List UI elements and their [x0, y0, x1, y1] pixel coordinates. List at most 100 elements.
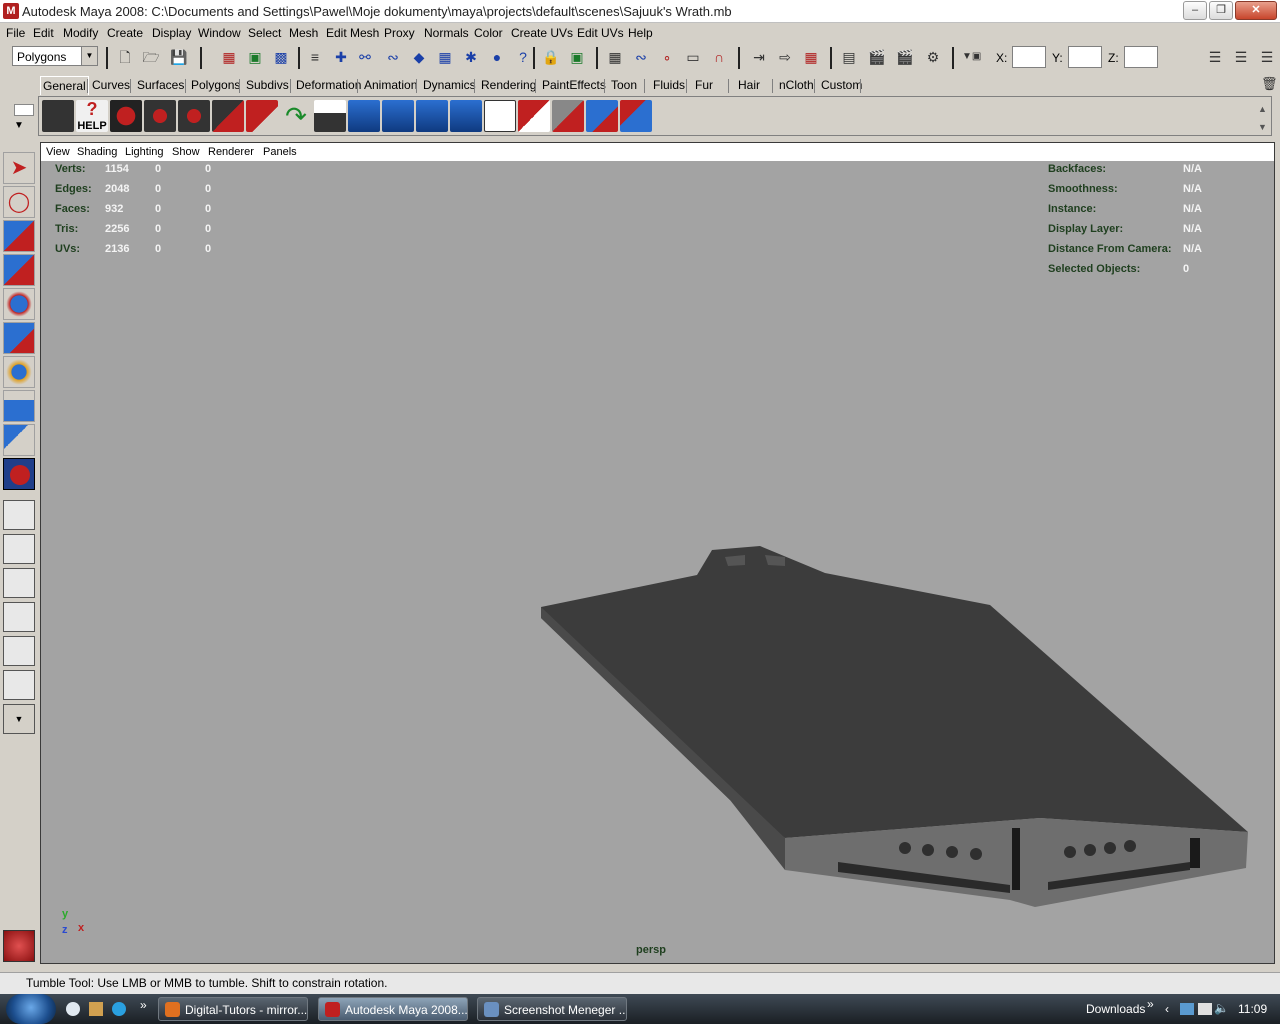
close-button[interactable]: ✕	[1235, 1, 1277, 20]
panel-menu-panels[interactable]: Panels	[263, 146, 297, 158]
menu-edit-uvs[interactable]: Edit UVs	[577, 26, 624, 40]
ipr-render-icon[interactable]: 🎬	[896, 48, 914, 66]
tab-toon[interactable]: Toon	[609, 76, 639, 94]
outliner-icon[interactable]	[552, 100, 584, 132]
render-current-frame-icon[interactable]: 🎬	[868, 48, 886, 66]
menu-edit-mesh[interactable]: Edit Mesh	[326, 26, 379, 40]
select-by-hierarchy-icon[interactable]: ▦	[220, 48, 238, 66]
construction-history-icon[interactable]: ▦	[802, 48, 820, 66]
quicklaunch-folder-icon[interactable]	[89, 1002, 103, 1016]
maya-app-icon[interactable]: M	[3, 3, 19, 19]
blue-nodes-icon[interactable]	[348, 100, 380, 132]
tab-ncloth[interactable]: nCloth	[777, 76, 816, 94]
magnet-camera-icon[interactable]	[110, 100, 142, 132]
move-tool-icon[interactable]	[3, 254, 35, 286]
panel-menu-view[interactable]: View	[46, 146, 70, 158]
single-perspective-layout-icon[interactable]	[3, 500, 35, 530]
blue-parent-icon[interactable]	[450, 100, 482, 132]
trash-icon[interactable]: 🗑	[1261, 76, 1278, 92]
panel-menu-lighting[interactable]: Lighting	[125, 146, 164, 158]
chevron-left-icon[interactable]: ‹	[1165, 1002, 1169, 1016]
script-editor-icon[interactable]	[484, 100, 516, 132]
show-manipulator-icon[interactable]	[3, 424, 35, 456]
blue-group-icon[interactable]	[416, 100, 448, 132]
start-button[interactable]	[6, 994, 56, 1024]
tab-painteffects[interactable]: PaintEffects	[540, 76, 608, 94]
skype-icon[interactable]	[112, 1002, 126, 1016]
panel-menu-renderer[interactable]: Renderer	[208, 146, 254, 158]
output-connections-icon[interactable]: ⇨	[776, 48, 794, 66]
render-settings-icon[interactable]: ⚙	[924, 48, 942, 66]
select-misc-icon[interactable]: ?	[514, 48, 532, 66]
channel-box-toggle-icon[interactable]: ☰	[1258, 48, 1276, 66]
chevron-down-icon[interactable]: ▼	[81, 47, 97, 65]
paint-brush-icon[interactable]	[620, 100, 652, 132]
tool-settings-toggle-icon[interactable]: ☰	[1232, 48, 1250, 66]
panel-menu-show[interactable]: Show	[172, 146, 200, 158]
select-tool-icon[interactable]: ➤	[3, 152, 35, 184]
blue-hierarchy-icon[interactable]	[382, 100, 414, 132]
taskbar-button-firefox[interactable]: Digital-Tutors - mirror...	[158, 997, 308, 1021]
attribute-editor-toggle-icon[interactable]: ☰	[1206, 48, 1224, 66]
tray-app-icon[interactable]	[1198, 1003, 1212, 1015]
snap-to-grids-icon[interactable]: ▦	[606, 48, 624, 66]
curve-tool-icon[interactable]	[246, 100, 278, 132]
paint-select-tool-icon[interactable]	[3, 220, 35, 252]
menu-modify[interactable]: Modify	[63, 26, 98, 40]
select-joints-icon[interactable]: ⚯	[356, 48, 374, 66]
menu-set-selector[interactable]: Polygons ▼	[12, 46, 98, 66]
movie-clapboard-icon[interactable]	[42, 100, 74, 132]
select-deformations-icon[interactable]: ▦	[436, 48, 454, 66]
menu-proxy[interactable]: Proxy	[384, 26, 415, 40]
tab-surfaces[interactable]: Surfaces	[135, 76, 186, 94]
universal-manipulator-icon[interactable]	[3, 356, 35, 388]
menu-normals[interactable]: Normals	[424, 26, 469, 40]
select-surfaces-icon[interactable]: ◆	[410, 48, 428, 66]
snap-to-view-planes-icon[interactable]: ▭	[684, 48, 702, 66]
persp-graph-layout-icon[interactable]	[3, 602, 35, 632]
persp-graph-outliner-layout-icon[interactable]	[3, 670, 35, 700]
help-icon[interactable]: ? HELP	[76, 100, 108, 132]
tab-subdivs[interactable]: Subdivs	[244, 76, 291, 94]
hypergraph-icon[interactable]	[518, 100, 550, 132]
soft-modification-icon[interactable]	[3, 390, 35, 422]
volume-icon[interactable]: 🔈	[1214, 1001, 1229, 1015]
cylinder-icon[interactable]	[314, 100, 346, 132]
tab-animation[interactable]: Animation	[362, 76, 419, 94]
menu-select[interactable]: Select	[248, 26, 281, 40]
tab-hair[interactable]: Hair	[736, 76, 762, 94]
taskbar-button-maya[interactable]: Autodesk Maya 2008...	[318, 997, 468, 1021]
shelf-scroll-arrows-icon[interactable]: ▲ ▼	[1258, 100, 1267, 136]
blue-cube-icon[interactable]	[586, 100, 618, 132]
select-handles-icon[interactable]: ✚	[332, 48, 350, 66]
rotate-tool-icon[interactable]	[3, 288, 35, 320]
downloads-toolbar[interactable]: Downloads	[1086, 1002, 1145, 1016]
tumble-tool-icon[interactable]	[3, 458, 35, 490]
layout-dropdown-icon[interactable]: ▼	[3, 704, 35, 734]
input-mode-dropdown-icon[interactable]: ▼▣	[962, 48, 981, 66]
shelf-tabs-toggle-icon[interactable]	[14, 104, 34, 116]
quicklaunch-more-icon[interactable]: »	[140, 998, 147, 1012]
selection-mask-icon[interactable]: ≡	[306, 48, 324, 66]
menu-edit[interactable]: Edit	[33, 26, 54, 40]
new-scene-icon[interactable]: 🗋	[116, 48, 134, 66]
tray-more-icon[interactable]: »	[1147, 997, 1154, 1011]
select-curves-icon[interactable]: ∾	[384, 48, 402, 66]
persp-outliner-layout-icon[interactable]	[3, 568, 35, 598]
minimize-button[interactable]: –	[1183, 1, 1207, 20]
tab-custom[interactable]: Custom	[819, 76, 864, 94]
menu-display[interactable]: Display	[152, 26, 191, 40]
tab-polygons[interactable]: Polygons	[189, 76, 242, 94]
snap-to-points-icon[interactable]: ∘	[658, 48, 676, 66]
menu-window[interactable]: Window	[198, 26, 241, 40]
network-icon[interactable]	[1180, 1003, 1194, 1015]
chevron-down-icon[interactable]: ▼	[14, 120, 24, 131]
tab-curves[interactable]: Curves	[90, 76, 132, 94]
tab-fluids[interactable]: Fluids	[651, 76, 687, 94]
menu-file[interactable]: File	[6, 26, 25, 40]
taskbar-button-screenshot[interactable]: Screenshot Meneger ...	[477, 997, 627, 1021]
tab-rendering[interactable]: Rendering	[479, 76, 538, 94]
camera-track-icon[interactable]	[178, 100, 210, 132]
highlight-selection-icon[interactable]: ▣	[568, 48, 586, 66]
render-view-icon[interactable]: ▤	[840, 48, 858, 66]
